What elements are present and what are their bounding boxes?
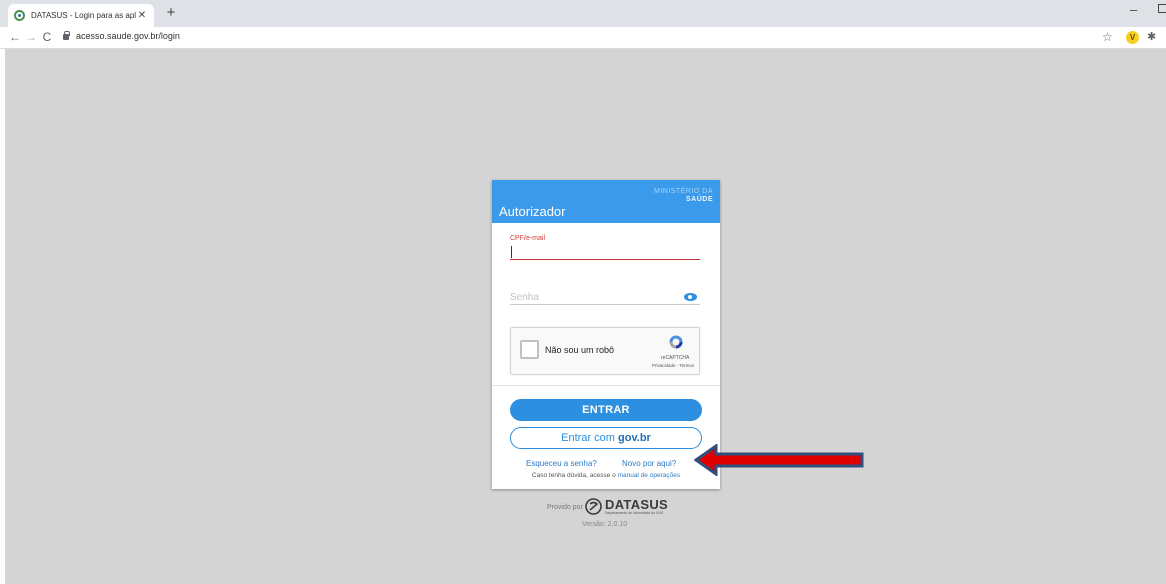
recaptcha-terms-link[interactable]: Privacidade - Termos <box>652 363 694 368</box>
datasus-logo-icon <box>585 498 602 515</box>
cpf-email-label: CPF/e-mail <box>510 235 546 242</box>
provided-by: Provido por DATASUS Departamento de Info… <box>547 497 677 518</box>
star-icon[interactable]: ☆ <box>1102 30 1113 44</box>
new-tab-button[interactable]: + <box>163 5 179 21</box>
entrar-govbr-button[interactable]: Entrar com gov.br <box>510 427 702 449</box>
manual-link[interactable]: manual de operações <box>618 472 681 479</box>
back-arrow-icon[interactable]: ← <box>8 30 22 44</box>
maximize-button[interactable] <box>1158 4 1166 13</box>
entrar-button[interactable]: ENTRAR <box>510 399 702 421</box>
tab-close-icon[interactable]: ✕ <box>136 10 148 21</box>
govbr-button-prefix: Entrar com <box>561 432 619 444</box>
govbr-brand: gov.br <box>618 432 651 444</box>
datasus-favicon-icon <box>14 10 25 21</box>
ministry-logo-line1: MINISTÉRIO DA <box>653 188 713 195</box>
card-title: Autorizador <box>499 204 566 219</box>
extension-v-icon[interactable]: V <box>1126 31 1139 44</box>
eye-icon[interactable] <box>684 293 697 301</box>
password-underline <box>682 304 700 305</box>
help-text: Caso tenha dúvida, acesse o manual de op… <box>492 472 720 479</box>
minimize-button[interactable]: – <box>1130 2 1137 17</box>
datasus-subtitle: Departamento de Informática do SUS <box>605 511 664 515</box>
browser-tab-bar: DATASUS - Login para as aplicaç ✕ + – <box>0 0 1166 27</box>
password-field[interactable] <box>510 290 682 305</box>
divider <box>492 385 720 386</box>
lock-icon[interactable] <box>63 31 70 40</box>
browser-tab[interactable]: DATASUS - Login para as aplicaç ✕ <box>8 4 154 27</box>
recaptcha-widget: Não sou um robô reCAPTCHA Privacidade - … <box>510 327 700 375</box>
card-header: MINISTÉRIO DA SAÚDE Autorizador <box>492 180 720 223</box>
reload-icon[interactable]: C <box>40 30 54 44</box>
text-caret <box>511 246 512 258</box>
url-field[interactable]: acesso.saude.gov.br/login <box>76 31 180 41</box>
recaptcha-logo-icon <box>669 335 683 349</box>
address-bar: ← → C acesso.saude.gov.br/login ☆ V ✱ <box>0 27 1166 49</box>
ministry-logo-line2: SAÚDE <box>685 196 713 203</box>
tab-title: DATASUS - Login para as aplicaç <box>31 11 136 20</box>
login-card: MINISTÉRIO DA SAÚDE Autorizador CPF/e-ma… <box>492 180 720 489</box>
provided-by-label: Provido por <box>547 504 583 511</box>
help-text-prefix: Caso tenha dúvida, acesse o <box>531 472 618 479</box>
datasus-name: DATASUS <box>605 497 669 512</box>
recaptcha-brand: reCAPTCHA <box>661 355 690 361</box>
version-text: Versão: 2.0.10 <box>582 521 628 528</box>
forgot-password-link[interactable]: Esqueceu a senha? <box>526 459 597 468</box>
new-user-link[interactable]: Novo por aqui? <box>622 459 676 468</box>
puzzle-icon[interactable]: ✱ <box>1147 30 1156 43</box>
annotation-arrow-icon <box>694 444 864 476</box>
recaptcha-label: Não sou um robô <box>545 345 615 355</box>
cpf-email-field[interactable] <box>510 244 700 260</box>
recaptcha-checkbox[interactable] <box>520 340 539 359</box>
forward-arrow-icon[interactable]: → <box>24 30 38 44</box>
